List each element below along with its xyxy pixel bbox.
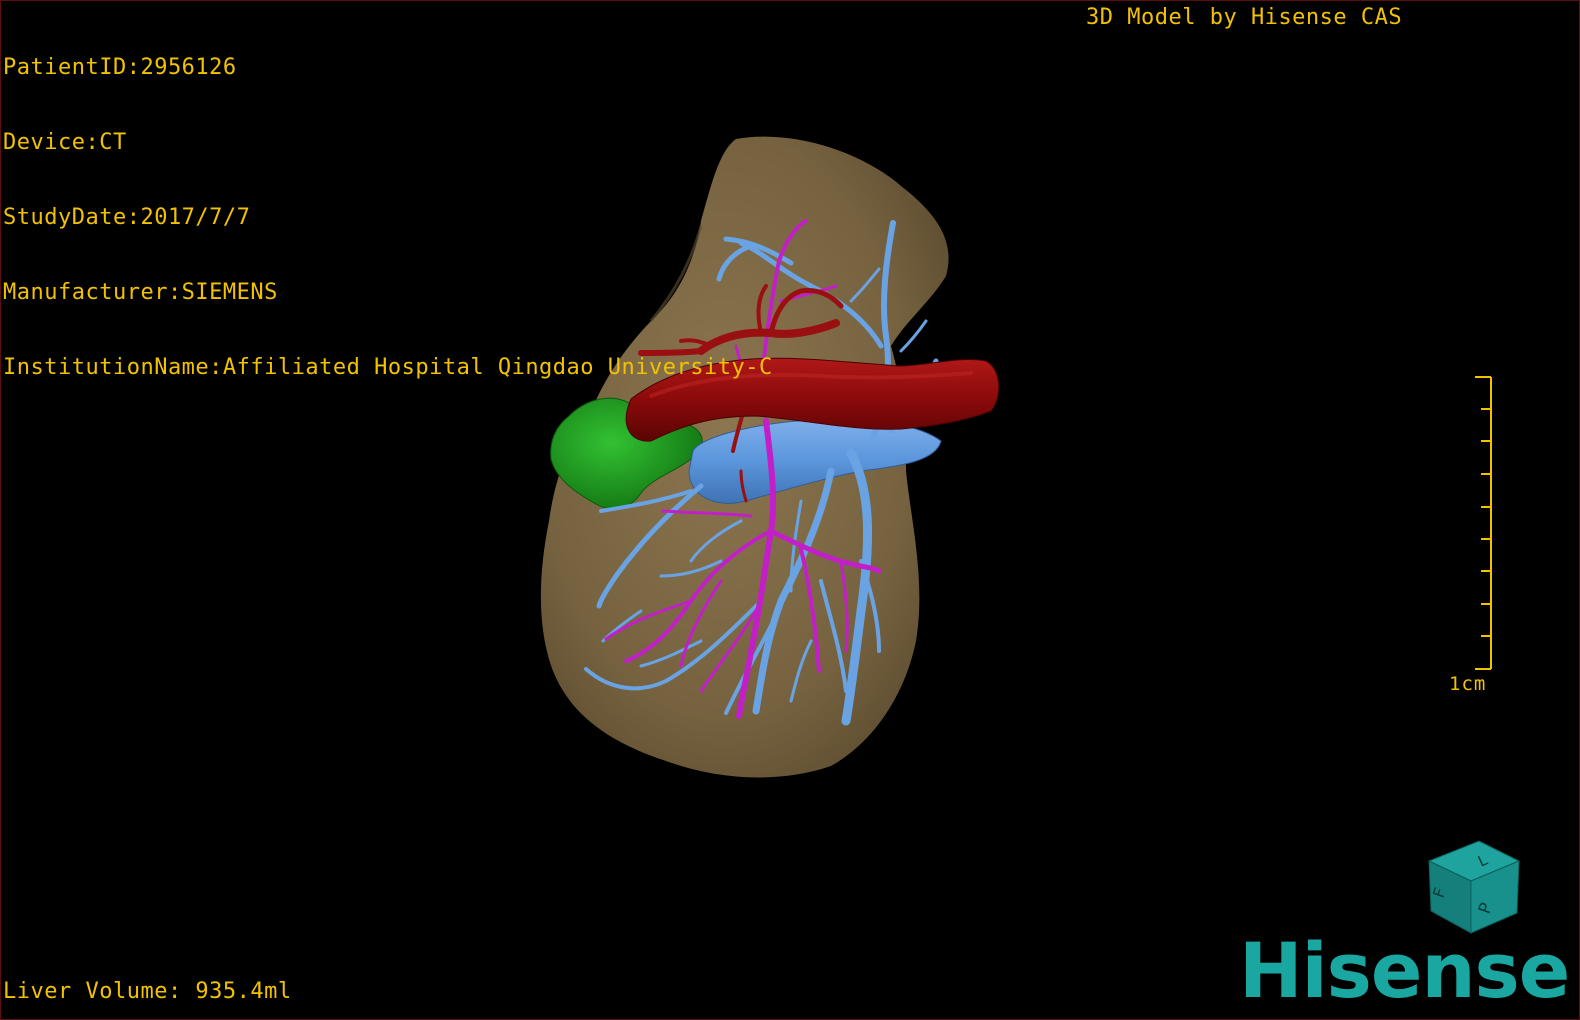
patient-info-overlay: PatientID:2956126 Device:CT StudyDate:20… bbox=[3, 5, 773, 430]
liver-volume-label: Liver Volume: 935.4ml bbox=[3, 979, 292, 1004]
patient-id-label: PatientID:2956126 bbox=[3, 55, 237, 80]
scale-label: 1cm bbox=[1449, 673, 1487, 695]
hisense-logo: Hisense bbox=[1239, 926, 1570, 1015]
3d-viewport[interactable]: PatientID:2956126 Device:CT StudyDate:20… bbox=[0, 0, 1580, 1020]
device-label: Device:CT bbox=[3, 130, 127, 155]
scale-bar bbox=[1475, 376, 1492, 670]
manufacturer-label: Manufacturer:SIEMENS bbox=[3, 280, 278, 305]
orientation-cube-icon[interactable]: F L P bbox=[1419, 833, 1529, 938]
study-date-label: StudyDate:2017/7/7 bbox=[3, 205, 251, 230]
model-credit-label: 3D Model by Hisense CAS bbox=[1086, 5, 1403, 30]
institution-label: InstitutionName:Affiliated Hospital Qing… bbox=[3, 355, 773, 380]
